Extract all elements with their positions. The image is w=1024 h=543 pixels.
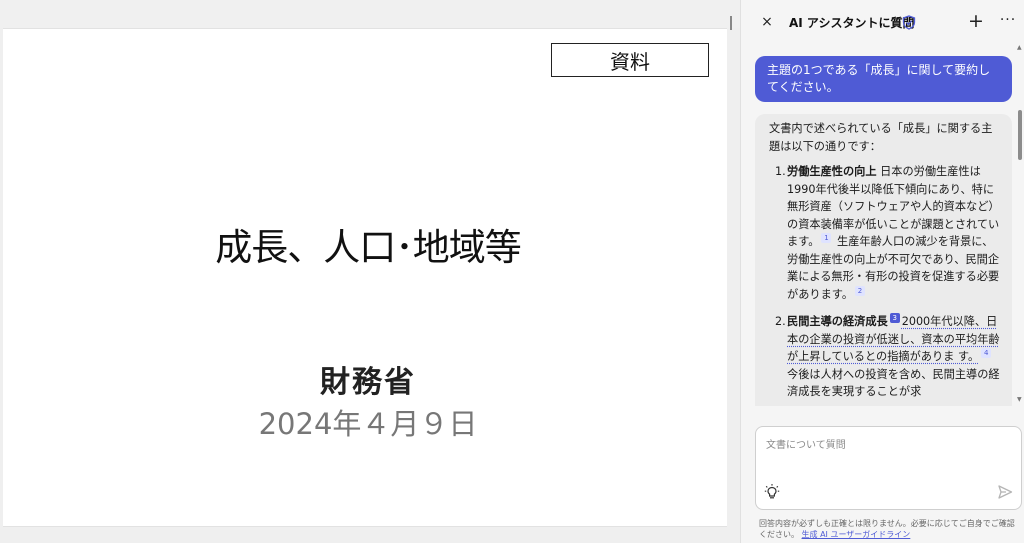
- citation-badge[interactable]: 1: [821, 233, 832, 243]
- close-icon: ×: [761, 14, 773, 30]
- ai-response-intro: 文書内で述べられている「成長」に関する主題は以下の通りです：: [769, 122, 993, 153]
- new-chat-button[interactable]: +: [967, 11, 985, 31]
- more-icon: ···: [999, 12, 1017, 28]
- ai-response: 文書内で述べられている「成長」に関する主題は以下の通りです： 1. 労働生産性の…: [755, 114, 1012, 406]
- citation-badge[interactable]: 3: [889, 313, 900, 323]
- send-icon[interactable]: [996, 483, 1014, 501]
- list-item: 2. 民間主導の経済成長 3 2000年代以降、日本の企業の投資が低迷し、資本の平均…: [769, 313, 1002, 401]
- lightbulb-icon[interactable]: [764, 483, 780, 501]
- document-organization: 財務省: [320, 365, 416, 400]
- question-input-box: [755, 426, 1022, 510]
- document-tag-box: 資料: [551, 43, 709, 77]
- list-item: 1. 労働生産性の向上 日本の労働生産性は1990年代後半以降低下傾向にあり、特…: [769, 163, 1002, 303]
- disclaimer: 回答内容が必ずしも正確とは限りません。必要に応じてご自身でご確認ください。 生成…: [759, 518, 1021, 540]
- ai-assistant-panel: × AI アシスタントに質問 + ··· 主題の1つである「成長」に関して要約し…: [740, 0, 1024, 543]
- scroll-down-arrow[interactable]: ▼: [1017, 396, 1023, 403]
- chat-scrollbar-thumb[interactable]: [1018, 110, 1022, 160]
- close-button[interactable]: ×: [759, 14, 775, 30]
- document-scroll-indicator[interactable]: [730, 16, 732, 30]
- document-page: 資料 成長、人口･地域等 財務省 2024年４月９日: [3, 28, 727, 527]
- shield-check-icon: [902, 15, 916, 30]
- chat-history[interactable]: 主題の1つである「成長」に関して要約してください。 文書内で述べられている「成長…: [741, 50, 1024, 406]
- more-options-button[interactable]: ···: [999, 11, 1017, 31]
- app-window: 資料 成長、人口･地域等 財務省 2024年４月９日 × AI アシスタントに質…: [0, 0, 1024, 543]
- citation-badge[interactable]: 4: [981, 348, 992, 358]
- document-date: 2024年４月９日: [258, 407, 478, 441]
- ai-response-list: 1. 労働生産性の向上 日本の労働生産性は1990年代後半以降低下傾向にあり、特…: [769, 163, 1002, 401]
- panel-header: × AI アシスタントに質問 + ···: [741, 0, 1024, 44]
- user-message: 主題の1つである「成長」に関して要約してください。: [755, 56, 1012, 102]
- list-number: 2.: [775, 315, 786, 328]
- list-heading: 労働生産性の向上: [787, 165, 877, 178]
- guideline-link[interactable]: 生成 AI ユーザーガイドライン: [802, 530, 911, 539]
- question-input[interactable]: [766, 435, 1006, 455]
- plus-icon: +: [968, 10, 984, 32]
- list-number: 1.: [775, 165, 786, 178]
- page-gap: [0, 0, 740, 28]
- citation-badge[interactable]: 2: [855, 285, 866, 296]
- document-title: 成長、人口･地域等: [215, 226, 522, 269]
- panel-title: AI アシスタントに質問: [789, 16, 915, 30]
- list-text: 今後は人材への投資を含め、民間主導の経済成長を実現することが求: [787, 367, 1000, 399]
- scroll-up-arrow[interactable]: ▲: [1017, 44, 1023, 51]
- list-heading: 民間主導の経済成長: [787, 315, 888, 328]
- document-viewer: 資料 成長、人口･地域等 財務省 2024年４月９日: [0, 0, 740, 543]
